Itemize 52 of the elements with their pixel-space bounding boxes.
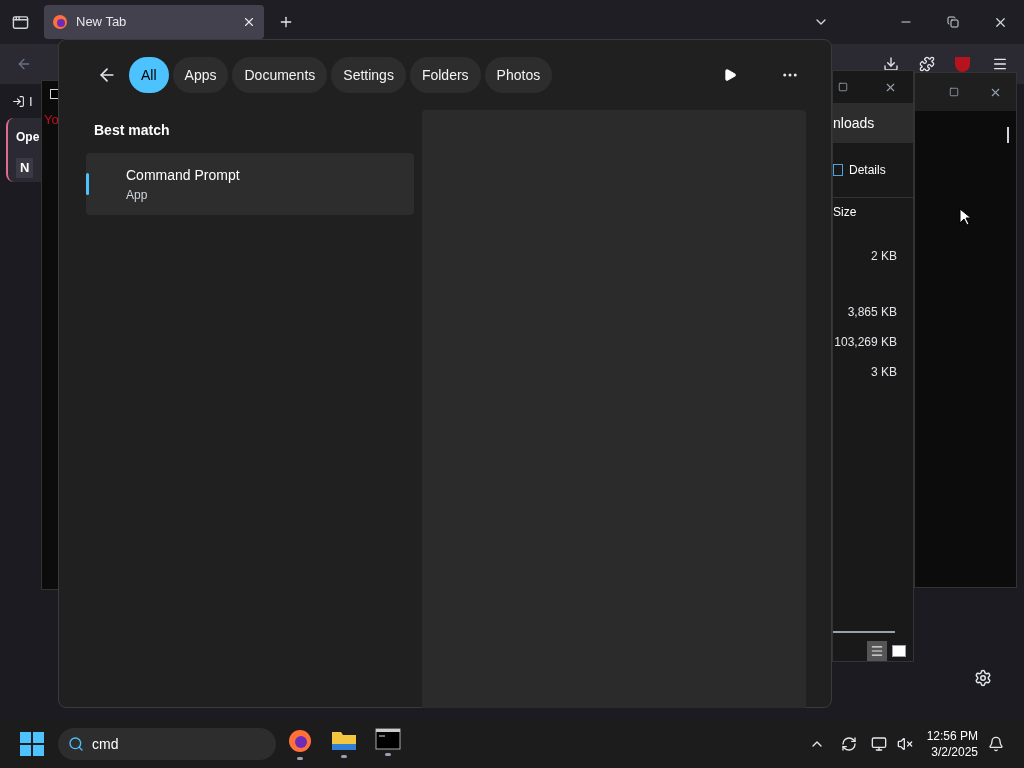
new-tab-icon[interactable] [278,14,294,30]
filter-chip[interactable]: Apps [172,57,229,93]
scrollbar-thumb[interactable] [1007,127,1009,143]
browser-icon[interactable] [287,728,313,754]
sign-in-link[interactable]: I [29,92,33,112]
terminal-icon[interactable] [375,728,401,750]
maximize-icon[interactable] [838,82,848,92]
menu-icon[interactable] [992,56,1008,72]
filter-chip[interactable]: Settings [331,57,406,93]
filter-chip[interactable]: Documents [232,57,328,93]
restore-icon[interactable] [947,16,959,28]
filter-chip[interactable]: Folders [409,57,481,93]
close-icon[interactable] [242,15,256,29]
extensions-icon[interactable] [919,56,935,72]
tab-list-icon[interactable] [12,13,29,31]
column-header[interactable]: Size [833,202,857,221]
cursor-icon [959,208,971,226]
search-icon [68,736,84,752]
mute-icon[interactable] [896,736,913,752]
filter-chip[interactable]: Photos [484,57,553,93]
section-heading: Best match [93,121,171,140]
size-cell-text: 3,865 KB [847,304,897,321]
details-pane-icon [833,164,843,176]
network-icon[interactable] [870,736,887,752]
result-title: Command Prompt [126,165,240,185]
sync-icon[interactable] [840,736,857,752]
sign-in-icon[interactable] [12,95,25,109]
browser-tab[interactable]: New Tab [44,5,264,39]
filter-chip[interactable]: All [129,57,169,93]
download-icon[interactable] [883,56,899,72]
tab-title: New Tab [76,13,128,32]
tile-icon [892,645,906,657]
address-bar[interactable]: nloads [833,103,913,143]
notification-icon[interactable] [988,736,1004,752]
settings-icon[interactable] [974,669,992,687]
maximize-icon[interactable] [949,87,959,97]
details-view-button[interactable] [867,641,887,661]
card-heading: Ope [16,129,41,146]
play-icon[interactable] [723,68,737,82]
browser-icon [52,14,68,30]
card-button[interactable]: N [16,158,34,178]
result-item[interactable]: Command Prompt App [86,153,414,215]
size-cell-text: 3 KB [871,364,897,381]
size-cell-text: 2 KB [871,248,897,265]
details-button[interactable]: Details [849,161,886,179]
console-text: Yo [44,111,59,129]
search-field[interactable]: cmd [58,728,276,760]
list-icon [870,644,884,658]
clock[interactable]: 12:56 PM 3/2/2025 [926,728,978,760]
result-type: App [126,186,149,204]
start-icon[interactable] [20,732,44,756]
size-cell-text: 103,269 KB [834,334,897,351]
